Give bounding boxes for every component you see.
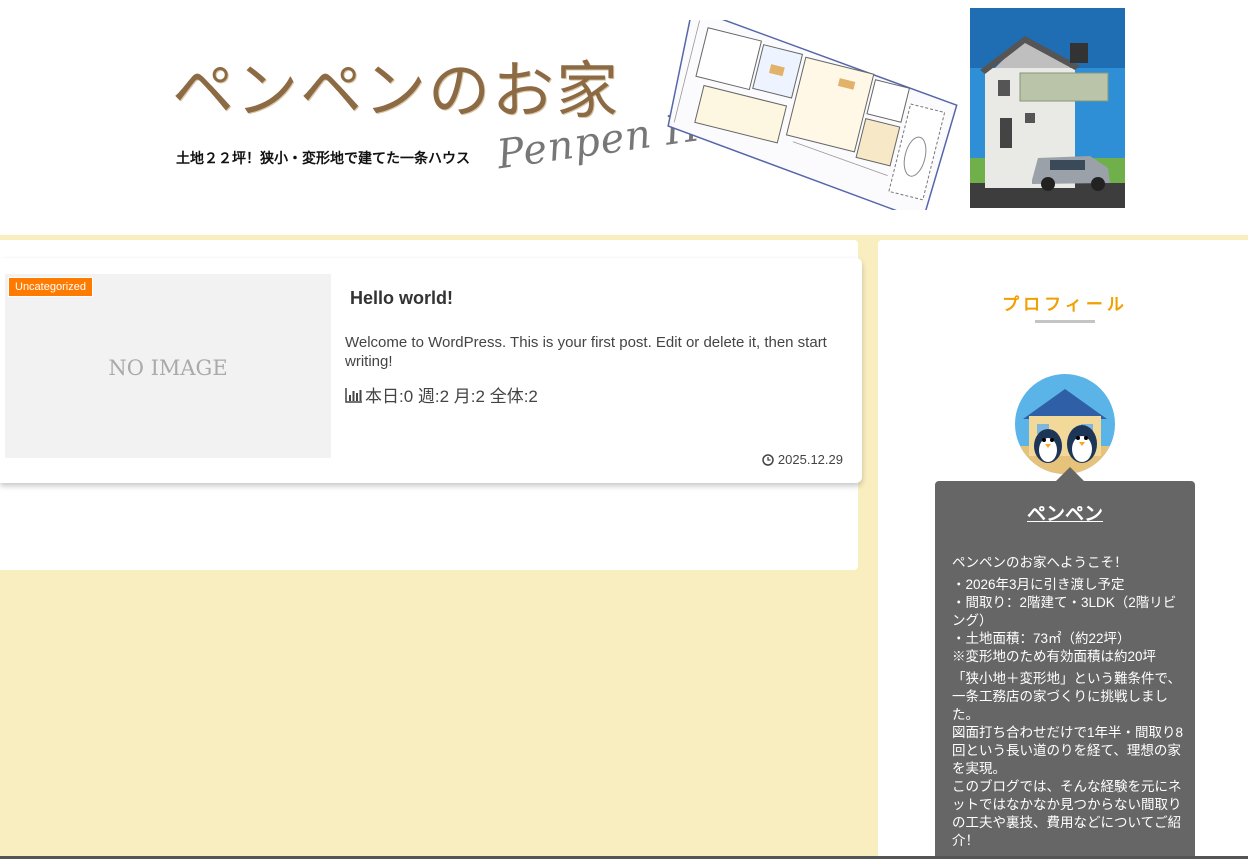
no-image-label: NO IMAGE (108, 356, 228, 380)
post-title[interactable]: Hello world! (350, 288, 453, 309)
post-date: 2025.12.29 (762, 452, 843, 467)
post-card[interactable]: NO IMAGE Uncategorized Hello world! Welc… (0, 258, 862, 483)
clock-icon (762, 453, 774, 466)
profile-widget-title: プロフィール (1002, 295, 1128, 314)
post-excerpt: Welcome to WordPress. This is your first… (345, 334, 827, 370)
site-tagline: 土地２２坪！狭小・変形地で建てた一条ハウス (176, 150, 470, 166)
profile-box: ペンペン ペンペンのお家へようこそ！ ・2026年3月に引き渡し予定 ・間取り：… (935, 481, 1195, 859)
profile-avatar[interactable] (1015, 374, 1115, 474)
post-date-text: 2025.12.29 (777, 452, 843, 467)
profile-greeting: ペンペンのお家へようこそ！ (952, 555, 1128, 570)
profile-name[interactable]: ペンペン (935, 499, 1195, 526)
profile-description: ペンペンのお家へようこそ！ ・2026年3月に引き渡し予定 ・間取り：2階建て・… (952, 554, 1184, 854)
category-badge[interactable]: Uncategorized (8, 277, 93, 297)
house-photo (970, 8, 1125, 208)
profile-facts: ・2026年3月に引き渡し予定 ・間取り：2階建て・3LDK（2階リビング） ・… (952, 577, 1177, 664)
site-logo[interactable]: ペンペンのお家 (172, 40, 620, 130)
profile-story: 「狭小地＋変形地」という難条件で、一条工務店の家づくりに挑戦しました。 図面打ち… (952, 671, 1184, 848)
post-thumbnail[interactable]: NO IMAGE (5, 274, 331, 458)
sidebar: プロフィール ペンペン ペンペンのお家へようこそ！ ・2026年3月に引き渡し予… (878, 240, 1248, 859)
view-stats-text: 本日:0 週:2 月:2 全体:2 (365, 387, 538, 406)
title-underline (1035, 320, 1095, 323)
profile-box-arrow (1056, 467, 1084, 481)
bar-chart-icon (345, 387, 362, 403)
view-stats: 本日:0 週:2 月:2 全体:2 (345, 382, 538, 407)
site-header: ペンペンのお家 土地２２坪！狭小・変形地で建てた一条ハウス Penpen Hom… (0, 0, 1248, 235)
main-top-bar (0, 240, 858, 258)
floorplan-image (667, 20, 958, 210)
